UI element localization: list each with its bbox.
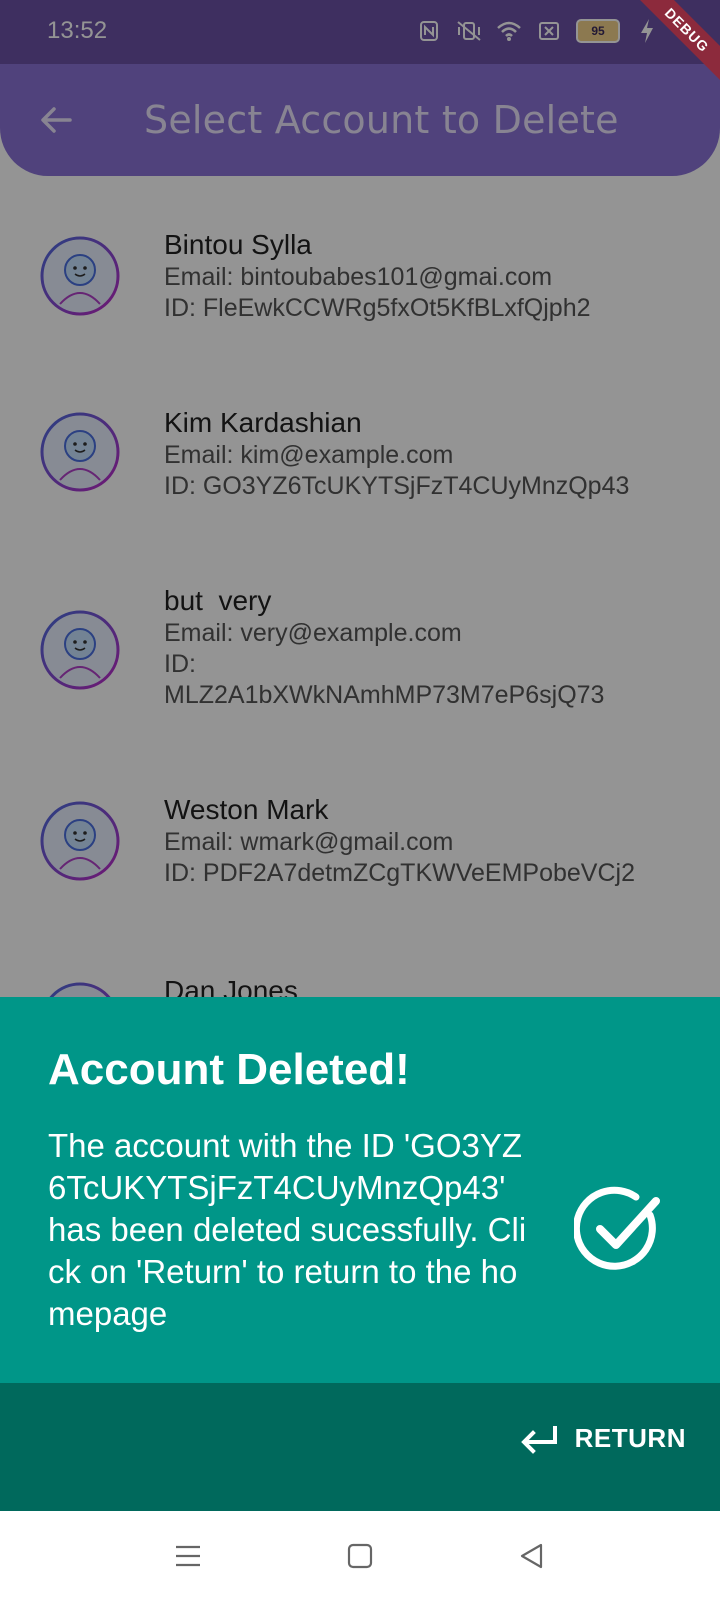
home-square-icon[interactable]: [345, 1541, 375, 1571]
deleted-bottom-sheet: Account Deleted! The account with the ID…: [0, 997, 720, 1383]
back-triangle-icon[interactable]: [517, 1541, 547, 1571]
system-nav-bar: [0, 1511, 720, 1600]
sheet-message: The account with the ID 'GO3YZ6TcUKYTSjF…: [48, 1127, 527, 1332]
return-button[interactable]: RETURN: [519, 1423, 686, 1454]
check-circle-icon: [574, 1186, 660, 1270]
sheet-title: Account Deleted!: [48, 1045, 410, 1094]
keyboard-return-icon: [520, 1425, 557, 1454]
sheet-action-bar: RETURN: [0, 1383, 720, 1511]
menu-icon[interactable]: [173, 1541, 203, 1571]
return-label: RETURN: [574, 1423, 686, 1453]
